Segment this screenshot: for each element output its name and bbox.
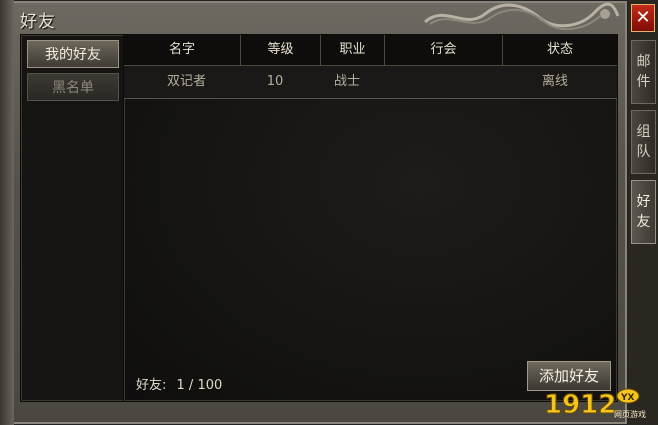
table-row[interactable]: 双记者 10 战士 离线 <box>124 66 617 99</box>
friend-status: 离线 <box>541 74 568 89</box>
friend-count: 好友: 1 / 100 <box>136 374 222 393</box>
logo-text: 1912 <box>544 390 616 420</box>
tab-friends-char-1: 好 <box>636 194 651 210</box>
friend-list-panel: 名字 等级 职业 行会 状态 双记者 10 战士 离线 好友: 1 / 100 … <box>123 34 618 402</box>
dragon-ornament-icon <box>423 2 620 31</box>
window-title: 好友 <box>20 12 56 32</box>
tab-mail-char-1: 邮 <box>636 54 651 70</box>
friend-name: 双记者 <box>166 74 206 89</box>
tab-team-char-1: 组 <box>636 124 651 140</box>
tab-team[interactable]: 组 队 <box>631 110 656 174</box>
friend-guild <box>385 66 503 98</box>
tab-friends-char-2: 友 <box>636 214 651 230</box>
table-header: 名字 等级 职业 行会 状态 <box>124 35 617 66</box>
column-header-level: 等级 <box>241 35 321 65</box>
tab-friends[interactable]: 好 友 <box>631 180 656 244</box>
column-header-guild: 行会 <box>385 35 503 65</box>
frame-left-edge <box>0 0 14 425</box>
friend-job: 战士 <box>333 74 360 89</box>
tab-team-char-2: 队 <box>636 144 651 160</box>
logo-sub: 网页游戏 <box>614 409 646 419</box>
friend-count-label: 好友: <box>136 378 167 393</box>
tab-mail[interactable]: 邮 件 <box>631 40 656 104</box>
site-logo: 1912 YX 网页游戏 <box>544 388 646 421</box>
my-friends-tab[interactable]: 我的好友 <box>27 40 119 68</box>
friend-category-panel: 我的好友 黑名单 <box>20 34 125 402</box>
blacklist-tab[interactable]: 黑名单 <box>27 73 119 101</box>
logo-badge: YX <box>620 393 635 403</box>
close-icon: ✕ <box>635 7 651 28</box>
friend-level: 10 <box>266 74 284 89</box>
column-header-job: 职业 <box>321 35 385 65</box>
close-button[interactable]: ✕ <box>631 4 655 32</box>
column-header-status: 状态 <box>546 42 573 57</box>
tab-mail-char-2: 件 <box>636 74 651 90</box>
column-header-name: 名字 <box>124 35 241 65</box>
friend-count-value: 1 / 100 <box>176 378 223 393</box>
